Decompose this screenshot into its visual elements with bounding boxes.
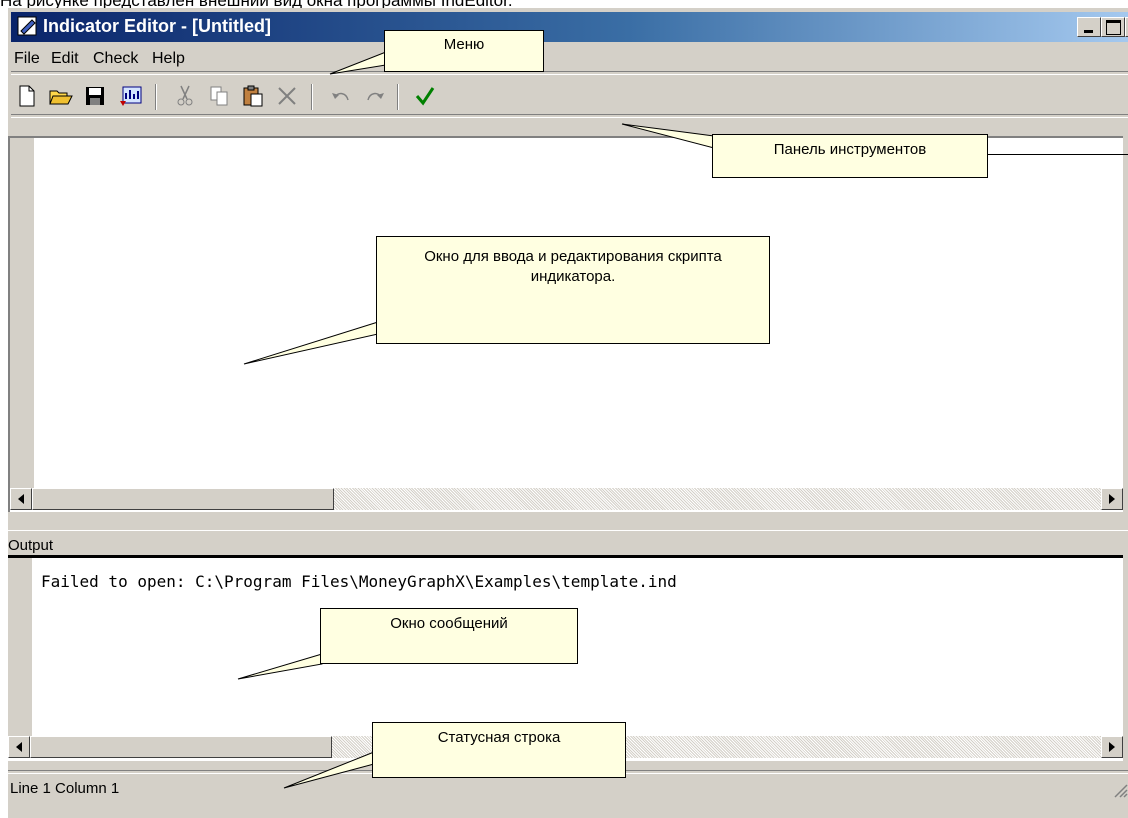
callout-editor: Окно для ввода и редактирования скрипта …	[376, 236, 770, 344]
callout-messages: Окно сообщений	[320, 608, 578, 664]
callout-pointers	[237, 51, 715, 789]
callout-menu: Меню	[384, 30, 544, 72]
callout-toolbar-line	[988, 154, 1128, 155]
callout-toolbar: Панель инструментов	[712, 134, 988, 178]
callout-statusbar: Статусная строка	[372, 722, 626, 778]
